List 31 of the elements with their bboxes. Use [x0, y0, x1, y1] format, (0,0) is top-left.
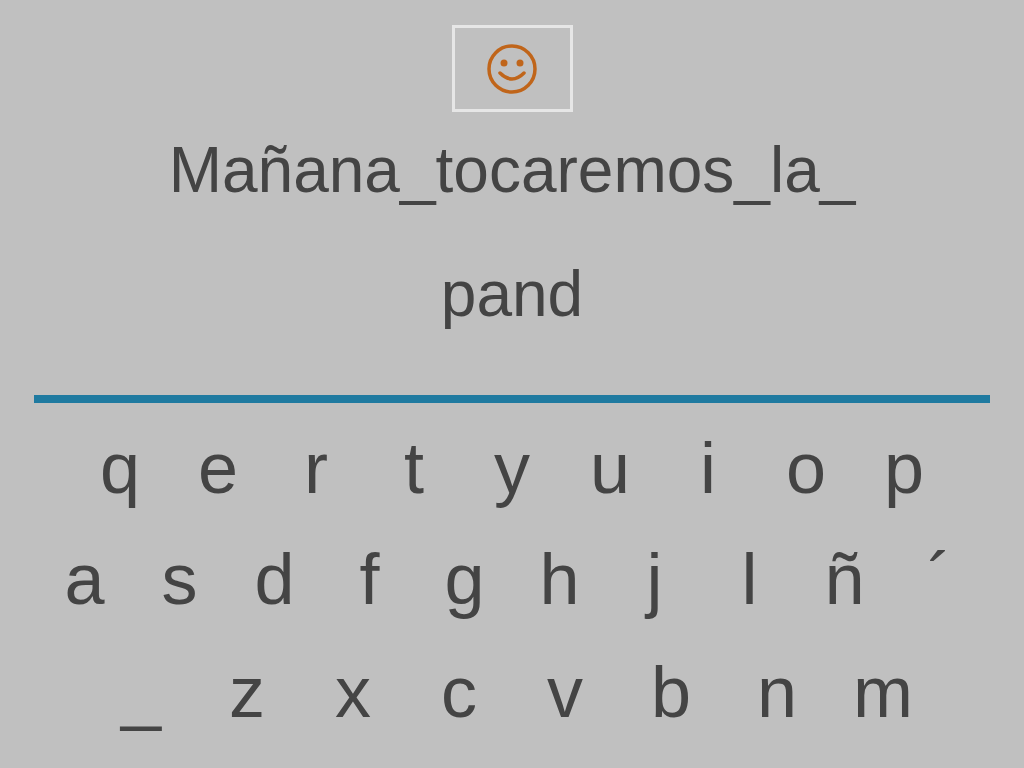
- key-button[interactable]: v: [512, 635, 618, 749]
- key-button[interactable]: p: [855, 413, 953, 523]
- key-button[interactable]: ñ: [797, 523, 892, 635]
- key-button[interactable]: o: [757, 413, 855, 523]
- smiley-icon: [486, 42, 538, 95]
- key-button[interactable]: n: [724, 635, 830, 749]
- key-button[interactable]: b: [618, 635, 724, 749]
- key-button[interactable]: u: [561, 413, 659, 523]
- hint-button[interactable]: [451, 25, 573, 112]
- key-button[interactable]: t: [365, 413, 463, 523]
- key-button[interactable]: ´: [892, 523, 987, 635]
- key-button[interactable]: q: [71, 413, 169, 523]
- key-button[interactable]: c: [406, 635, 512, 749]
- key-button[interactable]: y: [463, 413, 561, 523]
- key-button[interactable]: x: [300, 635, 406, 749]
- key-button[interactable]: r: [267, 413, 365, 523]
- key-button[interactable]: s: [132, 523, 227, 635]
- key-button[interactable]: d: [227, 523, 322, 635]
- key-button[interactable]: g: [417, 523, 512, 635]
- sentence-text: Mañana_tocaremos_la_: [168, 133, 856, 208]
- key-button[interactable]: m: [830, 635, 936, 749]
- key-button[interactable]: a: [37, 523, 132, 635]
- answer-text: pand: [440, 257, 584, 332]
- key-button[interactable]: l: [702, 523, 797, 635]
- key-button[interactable]: j: [607, 523, 702, 635]
- key-button[interactable]: h: [512, 523, 607, 635]
- key-button[interactable]: i: [659, 413, 757, 523]
- key-button[interactable]: _: [88, 635, 194, 749]
- key-button[interactable]: e: [169, 413, 267, 523]
- key-button[interactable]: z: [194, 635, 300, 749]
- key-button[interactable]: f: [322, 523, 417, 635]
